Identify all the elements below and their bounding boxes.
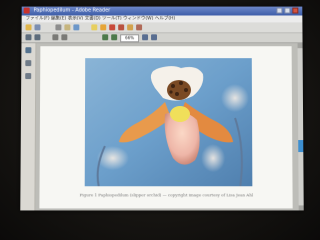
stamp-icon[interactable] [109,24,116,31]
navigation-pane [20,43,37,211]
spot [171,84,176,89]
attachments-panel-icon[interactable] [25,73,32,80]
monitor-screen: Paphiopedilum - Adobe Reader ファイル(F) 編集(… [20,6,304,211]
zoom-out-icon[interactable] [102,34,109,41]
scroll-thumb[interactable] [298,140,304,153]
print-icon[interactable] [55,24,62,31]
save-icon[interactable] [34,24,41,31]
title-bar: Paphiopedilum - Adobe Reader [21,6,303,16]
spot [169,90,173,94]
background-flower [200,143,225,172]
forms-icon[interactable] [136,24,143,31]
menu-bar: ファイル(F) 編集(E) 表示(V) 文書(D) ツール(T) ウィンドウ(W… [21,15,303,23]
email-icon[interactable] [64,24,71,31]
fit-width-icon[interactable] [151,34,158,41]
scroll-up-icon[interactable] [297,43,303,49]
close-button[interactable] [292,7,299,14]
highlight-icon[interactable] [100,24,107,31]
background-flower [96,145,129,170]
maximize-button[interactable] [284,7,291,14]
select-tool-icon[interactable] [61,34,68,41]
previous-page-icon[interactable] [25,34,32,41]
staminode [169,106,190,122]
open-icon[interactable] [25,24,32,31]
figure-caption: Figure 1 Paphiopedilum (slipper orchid) … [79,192,254,198]
fit-page-icon[interactable] [142,34,149,41]
search-icon[interactable] [73,24,80,31]
comment-icon[interactable] [91,24,98,31]
zoom-in-icon[interactable] [111,34,118,41]
main-toolbar [21,22,303,34]
spot [179,81,184,86]
spot [175,92,180,97]
pdf-page: Figure 1 Paphiopedilum (slipper orchid) … [39,46,293,209]
navigation-toolbar: 66% [21,33,303,44]
app-icon [23,7,30,14]
secure-icon[interactable] [127,24,134,31]
document-viewport[interactable]: Figure 1 Paphiopedilum (slipper orchid) … [35,43,299,211]
spot [184,88,189,93]
menu-items[interactable]: ファイル(F) 編集(E) 表示(V) 文書(D) ツール(T) ウィンドウ(W… [26,15,176,21]
orchid-photo [84,58,253,186]
minimize-button[interactable] [276,7,283,14]
window-title: Paphiopedilum - Adobe Reader [33,7,111,14]
zoom-level-field[interactable]: 66% [120,34,140,43]
sign-icon[interactable] [118,24,125,31]
hand-tool-icon[interactable] [52,34,59,41]
next-page-icon[interactable] [34,34,41,41]
bookmarks-panel-icon[interactable] [25,60,32,67]
pages-panel-icon[interactable] [25,47,32,54]
background-flower [221,84,250,112]
scroll-down-icon[interactable] [298,205,304,211]
